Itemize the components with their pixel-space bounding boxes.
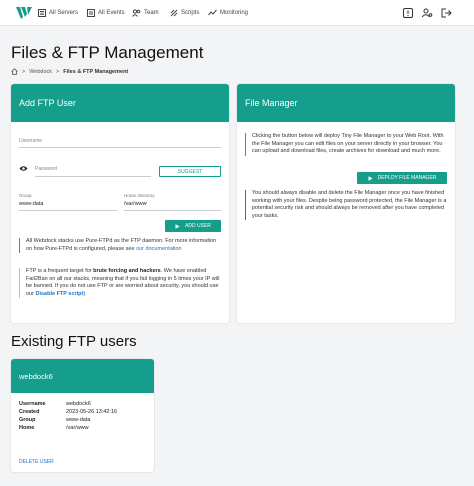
nav-monitoring[interactable]: Monitoring — [208, 9, 248, 17]
nav-label: Monitoring — [220, 10, 249, 16]
monitoring-icon — [208, 9, 217, 16]
top-navigation-bar: All Servers All Events Team Scripts Moni… — [0, 0, 474, 26]
user-card-title: webdock6 — [19, 371, 53, 381]
warning-note-text-c: ) — [83, 290, 86, 297]
user-settings-icon[interactable] — [421, 7, 433, 19]
play-icon — [368, 175, 373, 181]
password-input[interactable]: Password — [35, 166, 57, 172]
group-label: Group — [19, 193, 32, 198]
username-value: webdock6 — [66, 401, 91, 407]
nav-all-events[interactable]: All Events — [87, 9, 125, 17]
nav-label: All Events — [98, 10, 125, 16]
breadcrumb-webdock[interactable]: Webdock — [29, 69, 52, 75]
file-manager-info-text: Clicking the button below will deploy Ti… — [252, 133, 444, 155]
disable-ftp-script-link[interactable]: Disable FTP script — [35, 291, 83, 297]
events-icon — [87, 9, 95, 17]
user-card-header: webdock6 — [11, 359, 154, 393]
username-underline — [19, 147, 221, 148]
documentation-link[interactable]: our documentation — [136, 246, 182, 252]
team-icon — [132, 9, 141, 17]
nav-all-servers[interactable]: All Servers — [38, 9, 78, 17]
home-key: Home — [19, 425, 35, 431]
created-key: Created — [19, 409, 40, 415]
deploy-file-manager-button[interactable]: DEPLOY FILE MANAGER — [357, 172, 447, 184]
nav-label: Scripts — [181, 10, 200, 16]
logo-icon[interactable] — [16, 6, 32, 20]
nav-label: All Servers — [49, 10, 79, 16]
suggest-button[interactable]: SUGGEST — [159, 166, 221, 177]
ftp-user-card: webdock6 Username Created Group Home web… — [11, 359, 154, 472]
breadcrumb-separator: > — [22, 68, 26, 75]
warning-note: FTP is a frequent target for brute forci… — [19, 268, 223, 299]
group-key: Group — [19, 417, 36, 423]
nav-label: Team — [144, 10, 159, 16]
group-field[interactable]: www-data — [19, 201, 43, 207]
home-directory-field[interactable]: /var/www — [124, 201, 147, 207]
delete-user-button[interactable]: DELETE USER — [19, 459, 54, 465]
home-icon[interactable] — [11, 68, 18, 75]
user-field-keys: Username Created Group Home — [19, 400, 46, 432]
eye-icon[interactable] — [19, 165, 28, 172]
card-header: Add FTP User — [11, 84, 229, 122]
warning-note-text-a: FTP is a frequent target for — [26, 268, 94, 274]
section-title: Existing FTP users — [11, 333, 137, 350]
breadcrumb: > Webdock > Files & FTP Management — [11, 68, 128, 75]
deploy-label: DEPLOY FILE MANAGER — [377, 175, 437, 181]
username-key: Username — [19, 401, 46, 407]
play-icon — [175, 223, 180, 229]
user-field-values: webdock6 2023-05-26 13:42:16 www-data /v… — [66, 400, 117, 432]
group-underline — [19, 210, 117, 211]
home-directory-label: Home directory — [124, 193, 155, 198]
card-title: File Manager — [245, 98, 298, 108]
file-manager-info: Clicking the button below will deploy Ti… — [245, 133, 449, 156]
suggest-label: SUGGEST — [177, 168, 203, 175]
add-ftp-user-card: Add FTP User Username Password SUGGEST G… — [11, 84, 229, 323]
card-header: File Manager — [237, 84, 455, 122]
nav-scripts[interactable]: Scripts — [170, 9, 199, 17]
file-manager-card: File Manager Clicking the button below w… — [237, 84, 455, 323]
servers-icon — [38, 9, 46, 17]
breadcrumb-current: Files & FTP Management — [63, 68, 129, 75]
add-user-button[interactable]: ADD USER — [165, 220, 221, 232]
password-underline — [35, 176, 151, 177]
home-value: /var/www — [66, 425, 89, 431]
info-note: All Webdock stacks use Pure-FTPd as the … — [19, 238, 223, 254]
group-value: www-data — [66, 417, 91, 423]
warning-note-bold: brute forcing and hackers — [93, 268, 161, 274]
alert-icon[interactable] — [402, 7, 414, 19]
scripts-icon — [170, 9, 178, 17]
home-directory-underline — [124, 210, 221, 211]
nav-team[interactable]: Team — [132, 9, 159, 17]
logout-icon[interactable] — [440, 7, 452, 19]
add-user-label: ADD USER — [185, 223, 211, 229]
page-title: Files & FTP Management — [11, 43, 204, 62]
file-manager-warning: You should always disable and delete the… — [245, 190, 449, 221]
info-note-text: All Webdock stacks use Pure-FTPd as the … — [26, 238, 217, 252]
breadcrumb-separator: > — [56, 68, 60, 75]
username-input[interactable]: Username — [19, 138, 42, 144]
created-value: 2023-05-26 13:42:16 — [66, 409, 118, 415]
file-manager-warning-text: You should always disable and delete the… — [252, 190, 447, 219]
card-title: Add FTP User — [19, 98, 76, 108]
